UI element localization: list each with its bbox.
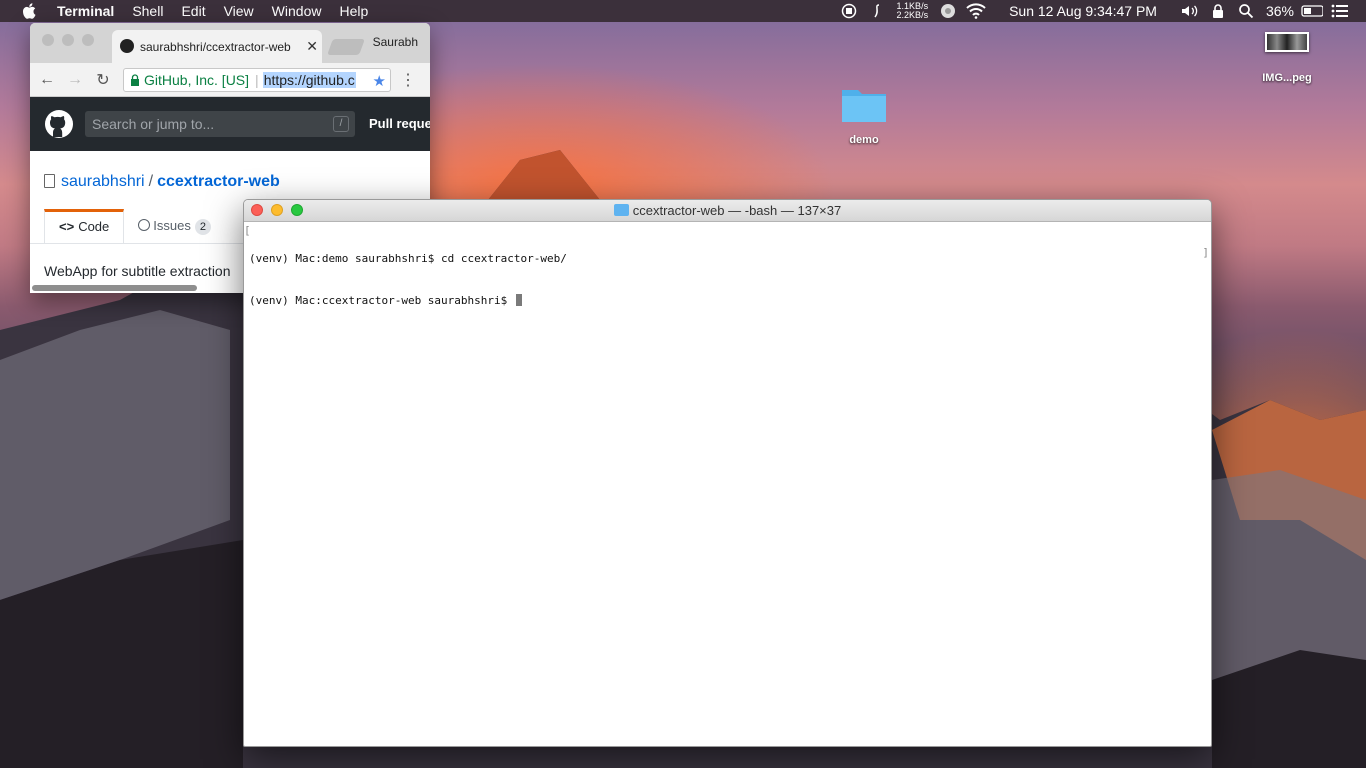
menu-edit[interactable]: Edit — [172, 0, 214, 22]
minimize-window-button[interactable] — [62, 34, 74, 46]
terminal-prompt: (venv) Mac:ccextractor-web saurabhshri$ — [249, 294, 514, 307]
secure-lock-icon — [131, 74, 139, 86]
terminal-window[interactable]: ccextractor-web — -bash — 137×37 (venv) … — [243, 199, 1212, 747]
battery-icon[interactable] — [1301, 0, 1323, 22]
address-divider: | — [255, 72, 259, 88]
tab-code-label: Code — [78, 219, 110, 234]
tab-strip: saurabhshri/ccextractor-web ✕ Saurabh — [30, 23, 430, 63]
menu-help[interactable]: Help — [330, 0, 377, 22]
terminal-titlebar[interactable]: ccextractor-web — -bash — 137×37 — [244, 200, 1211, 222]
terminal-output[interactable]: (venv) Mac:demo saurabhshri$ cd ccextrac… — [244, 222, 1211, 366]
bookmark-star-icon[interactable]: ★ — [373, 72, 386, 90]
tab-close-icon[interactable]: ✕ — [306, 38, 318, 55]
github-logo-icon[interactable] — [44, 109, 74, 139]
net-down-text: 2.2KB/s — [896, 10, 929, 20]
reload-icon[interactable]: ↻ — [94, 71, 112, 89]
url-text[interactable]: https://github.c — [262, 72, 356, 88]
record-icon[interactable] — [838, 0, 860, 22]
battery-percent[interactable]: 36% — [1266, 3, 1294, 19]
app-menu-terminal[interactable]: Terminal — [48, 0, 123, 22]
repo-title: saurabhshri / ccextractor-web — [44, 173, 280, 191]
horizontal-scrollbar[interactable] — [32, 285, 197, 291]
menu-window[interactable]: Window — [263, 0, 331, 22]
script-icon[interactable] — [866, 0, 888, 22]
menu-view[interactable]: View — [215, 0, 263, 22]
new-tab-button[interactable] — [327, 39, 365, 55]
folder-label: demo — [849, 134, 879, 146]
profile-name[interactable]: Saurabh — [373, 35, 418, 49]
gear-flower-icon[interactable] — [937, 0, 959, 22]
zoom-window-button[interactable] — [82, 34, 94, 46]
spotlight-search-icon[interactable] — [1235, 0, 1257, 22]
address-bar[interactable]: GitHub, Inc. [US] | https://github.c ★ — [123, 68, 391, 92]
repo-tabs: <> Code Issues 2 — [44, 209, 225, 243]
folder-icon — [842, 90, 886, 122]
network-speed[interactable]: 1.1KB/s 2.2KB/s — [897, 2, 929, 20]
github-search-input[interactable]: Search or jump to... / — [85, 111, 355, 137]
repo-owner-link[interactable]: saurabhshri — [61, 173, 145, 190]
code-icon: <> — [59, 219, 75, 234]
terminal-title: ccextractor-web — -bash — 137×37 — [244, 203, 1211, 218]
forward-arrow-icon[interactable]: → — [66, 71, 84, 89]
volume-icon[interactable] — [1179, 0, 1201, 22]
text-cursor — [515, 294, 522, 306]
issue-opened-icon — [138, 219, 151, 231]
menu-bar: Terminal Shell Edit View Window Help 1.1… — [0, 0, 1366, 22]
desktop-folder-demo[interactable]: demo — [832, 84, 896, 146]
github-header: Search or jump to... / Pull reque — [30, 97, 430, 151]
terminal-line: (venv) Mac:demo saurabhshri$ cd ccextrac… — [249, 252, 567, 265]
repo-book-icon — [44, 174, 55, 188]
secure-site-label: GitHub, Inc. [US] — [144, 72, 250, 88]
repo-separator: / — [148, 173, 154, 190]
apple-icon[interactable] — [20, 2, 38, 20]
lock-icon[interactable] — [1207, 0, 1229, 22]
github-search-placeholder: Search or jump to... — [92, 116, 215, 132]
search-shortcut-key: / — [333, 116, 349, 132]
mark-bracket-right: ] — [1202, 246, 1209, 259]
folder-icon — [613, 204, 629, 216]
desktop-image-file[interactable]: IMG...peg — [1256, 32, 1318, 84]
image-thumbnail-icon — [1265, 32, 1309, 52]
browser-menu-icon[interactable]: ⋮ — [400, 70, 416, 90]
github-favicon-icon — [120, 39, 134, 53]
image-file-label: IMG...peg — [1262, 72, 1312, 84]
pull-requests-link[interactable]: Pull reque — [369, 116, 430, 131]
menu-shell[interactable]: Shell — [123, 0, 172, 22]
back-arrow-icon[interactable]: ← — [38, 71, 56, 89]
tab-code[interactable]: <> Code — [44, 209, 125, 243]
issues-count-badge: 2 — [194, 219, 211, 235]
tab-title: saurabhshri/ccextractor-web — [140, 39, 291, 54]
clock-text[interactable]: Sun 12 Aug 9:34:47 PM — [1000, 0, 1166, 22]
tab-issues[interactable]: Issues 2 — [124, 209, 225, 243]
terminal-prompt-line: (venv) Mac:ccextractor-web saurabhshri$ — [249, 294, 1206, 308]
wifi-icon[interactable] — [965, 0, 987, 22]
browser-tab-active[interactable]: saurabhshri/ccextractor-web ✕ — [112, 30, 322, 63]
mark-bracket-left: [ — [244, 224, 251, 237]
repo-description: WebApp for subtitle extraction — [44, 263, 231, 279]
repo-name-link[interactable]: ccextractor-web — [157, 173, 280, 190]
notification-center-icon[interactable] — [1329, 0, 1351, 22]
browser-toolbar: ← → ↻ GitHub, Inc. [US] | https://github… — [30, 63, 430, 97]
tab-issues-label: Issues — [153, 218, 191, 233]
terminal-title-text: ccextractor-web — -bash — 137×37 — [632, 203, 842, 218]
close-window-button[interactable] — [42, 34, 54, 46]
